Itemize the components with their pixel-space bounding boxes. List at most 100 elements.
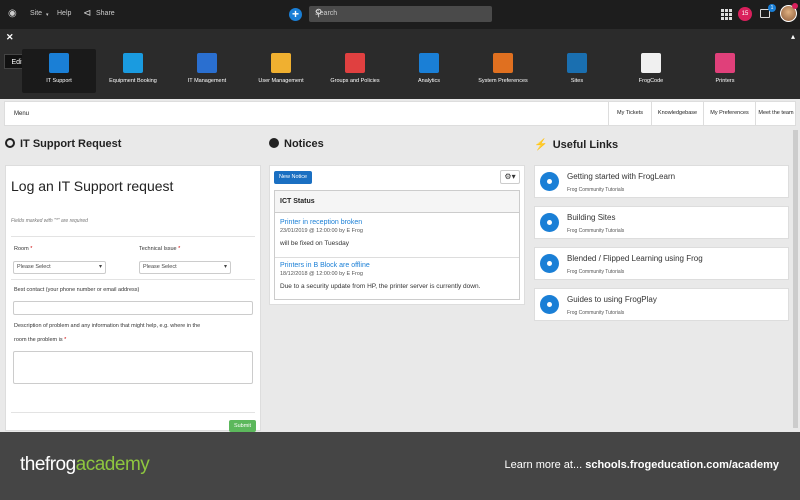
- app-analytics[interactable]: Analytics: [392, 49, 466, 93]
- avatar-badge: [792, 3, 798, 9]
- divider: [11, 236, 255, 237]
- submit-button[interactable]: Submit: [229, 420, 256, 432]
- notice-title[interactable]: Printer in reception broken: [280, 219, 516, 226]
- promo-banner: thefrogacademy Learn more at... schools.…: [0, 432, 800, 500]
- room-label: Room *: [14, 246, 32, 252]
- room-select-value: Please Select: [17, 264, 51, 270]
- useful-link-item[interactable]: Blended / Flipped Learning using Frog Fr…: [534, 247, 789, 280]
- search-input[interactable]: Search ⚲: [309, 6, 492, 22]
- room-select[interactable]: Please Select ▾: [13, 261, 106, 274]
- search-icon[interactable]: ⚲: [315, 8, 487, 19]
- share-icon[interactable]: ⊲: [83, 9, 91, 19]
- link-subtitle: Frog Community Tutorials: [567, 187, 625, 193]
- tab-my-preferences[interactable]: My Preferences: [703, 102, 755, 125]
- share-link[interactable]: Share: [96, 10, 115, 17]
- app-it-support[interactable]: IT Support: [22, 49, 96, 93]
- groups-icon: [345, 53, 365, 73]
- app-frogcode[interactable]: FrogCode: [614, 49, 688, 93]
- tab-meet-the-team[interactable]: Meet the team: [755, 102, 796, 125]
- form-title: Log an IT Support request: [11, 178, 174, 194]
- message-count-badge: 1: [768, 4, 776, 12]
- notice-body: Due to a security update from HP, the pr…: [280, 283, 481, 290]
- notices-title: Notices: [269, 138, 324, 150]
- link-subtitle: Frog Community Tutorials: [567, 310, 625, 316]
- notice-body: will be fixed on Tuesday: [280, 240, 350, 247]
- chip-icon: [197, 53, 217, 73]
- it-support-title: IT Support Request: [5, 138, 121, 150]
- room-label-text: Room: [14, 246, 29, 252]
- promo-url[interactable]: schools.frogeducation.com/academy: [585, 459, 779, 471]
- tools-icon: [493, 53, 513, 73]
- promo-lead: Learn more at...: [504, 459, 583, 471]
- settings-gear-icon[interactable]: ⚙▾: [500, 170, 520, 184]
- notice-item: Printers in B Block are offline 18/12/20…: [280, 262, 516, 290]
- divider: [11, 279, 255, 280]
- chevron-down-icon: ▾: [46, 12, 49, 18]
- app-label: Groups and Policies: [330, 78, 380, 84]
- scrollbar[interactable]: [793, 130, 798, 428]
- link-subtitle: Frog Community Tutorials: [567, 269, 625, 275]
- app-launcher-bar: ✕ ▴ Edit IT Support Equipment Booking IT M…: [0, 29, 800, 99]
- tab-my-tickets[interactable]: My Tickets: [608, 102, 651, 125]
- useful-link-item[interactable]: Guides to using FrogPlay Frog Community …: [534, 288, 789, 321]
- site-menu[interactable]: Site: [30, 10, 42, 17]
- issue-label-text: Technical Issue: [139, 246, 177, 252]
- link-title: Blended / Flipped Learning using Frog: [567, 254, 703, 263]
- app-label: System Preferences: [478, 78, 528, 84]
- it-support-title-text: IT Support Request: [20, 138, 122, 150]
- gear-icon: [540, 295, 559, 314]
- globe-icon: [269, 138, 279, 148]
- app-system-preferences[interactable]: System Preferences: [466, 49, 540, 93]
- app-groups-and-policies[interactable]: Groups and Policies: [318, 49, 392, 93]
- notice-title[interactable]: Printers in B Block are offline: [280, 262, 516, 269]
- support-form: Log an IT Support request Fields marked …: [5, 165, 261, 432]
- description-field[interactable]: [13, 351, 253, 384]
- app-sites[interactable]: Sites: [540, 49, 614, 93]
- app-equipment-booking[interactable]: Equipment Booking: [96, 49, 170, 93]
- contact-label: Best contact (your phone number or email…: [14, 287, 140, 293]
- tab-knowledgebase[interactable]: Knowledgebase: [651, 102, 703, 125]
- frog-academy-logo: thefrogacademy: [20, 454, 150, 476]
- useful-links-title-text: Useful Links: [552, 139, 619, 151]
- app-user-management[interactable]: User Management: [244, 49, 318, 93]
- app-it-management[interactable]: IT Management: [170, 49, 244, 93]
- chevron-down-icon: ▾: [98, 264, 102, 270]
- description-label-text: room the problem is: [14, 337, 63, 343]
- frog-logo-icon[interactable]: ◉: [8, 9, 17, 19]
- add-icon[interactable]: +: [289, 8, 302, 21]
- brand-the: the: [20, 454, 45, 475]
- collapse-icon[interactable]: ▴: [791, 32, 795, 41]
- link-title: Getting started with FrogLearn: [567, 172, 676, 181]
- link-title: Guides to using FrogPlay: [567, 295, 657, 304]
- issue-label: Technical Issue *: [139, 246, 180, 252]
- app-label: User Management: [258, 78, 304, 84]
- promo-text: Learn more at... schools.frogeducation.c…: [505, 459, 780, 471]
- bolt-icon: ⚡: [534, 139, 548, 151]
- gear-icon: [540, 254, 559, 273]
- brand-frog: frog: [44, 454, 76, 475]
- menu-button[interactable]: Menu: [14, 111, 29, 117]
- notices-title-text: Notices: [284, 138, 324, 150]
- close-icon[interactable]: ✕: [6, 32, 14, 43]
- app-label: Printers: [715, 78, 735, 84]
- ict-status-panel: ICT Status Printer in reception broken 2…: [274, 190, 520, 300]
- brand-academy: academy: [75, 454, 150, 475]
- app-label: IT Management: [187, 78, 227, 84]
- link-subtitle: Frog Community Tutorials: [567, 228, 625, 234]
- notices-panel: New Notice ⚙▾ ICT Status Printer in rece…: [269, 165, 525, 305]
- issue-select[interactable]: Please Select ▾: [139, 261, 231, 274]
- description-label-line2: room the problem is *: [14, 337, 66, 343]
- app-printers[interactable]: Printers: [688, 49, 762, 93]
- contact-field[interactable]: [13, 301, 253, 315]
- monitor-icon: [49, 53, 69, 73]
- notice-meta: 18/12/2018 @ 12:00:00 by E Frog: [280, 271, 363, 277]
- useful-link-item[interactable]: Getting started with FrogLearn Frog Comm…: [534, 165, 789, 198]
- new-notice-button[interactable]: New Notice: [274, 171, 312, 184]
- printer-icon: [715, 53, 735, 73]
- notification-badge[interactable]: 15: [738, 7, 752, 21]
- issue-select-value: Please Select: [143, 264, 177, 270]
- apps-grid-icon[interactable]: [721, 9, 732, 20]
- useful-link-item[interactable]: Building Sites Frog Community Tutorials: [534, 206, 789, 239]
- calendar-icon: [123, 53, 143, 73]
- help-link[interactable]: Help: [57, 10, 71, 17]
